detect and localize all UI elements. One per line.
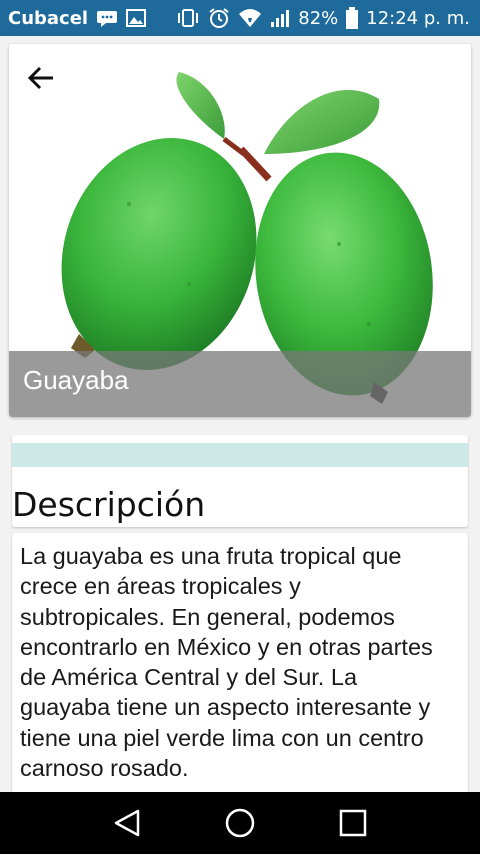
signal-icon	[270, 8, 290, 28]
vibrate-icon	[176, 8, 200, 28]
triangle-back-icon	[113, 808, 141, 838]
description-header-card: Descripción	[12, 435, 468, 527]
battery-percent: 82%	[298, 7, 339, 29]
fruit-title: Guayaba	[23, 365, 129, 395]
back-button[interactable]	[23, 60, 59, 96]
status-bar: Cubacel 82% 12:24 p. m.	[0, 0, 480, 36]
battery-icon	[346, 7, 359, 29]
accent-strip	[12, 443, 468, 467]
wifi-icon	[238, 8, 262, 28]
description-text: La guayaba es una fruta tropical que cre…	[20, 543, 433, 782]
arrow-left-icon	[27, 65, 55, 91]
square-recents-icon	[338, 808, 368, 838]
message-icon	[96, 9, 118, 27]
alarm-icon	[208, 7, 230, 29]
description-heading: Descripción	[12, 485, 206, 524]
nav-recents-button[interactable]	[323, 793, 383, 853]
description-body-card[interactable]: La guayaba es una fruta tropical que cre…	[12, 533, 468, 803]
navigation-bar	[0, 792, 480, 854]
clock: 12:24 p. m.	[366, 7, 470, 29]
title-overlay: Guayaba	[9, 351, 471, 417]
fruit-header-card: Guayaba	[9, 44, 471, 417]
nav-back-button[interactable]	[97, 793, 157, 853]
image-icon	[126, 9, 147, 27]
circle-home-icon	[224, 807, 256, 839]
carrier-name: Cubacel	[8, 7, 89, 29]
nav-home-button[interactable]	[210, 793, 270, 853]
